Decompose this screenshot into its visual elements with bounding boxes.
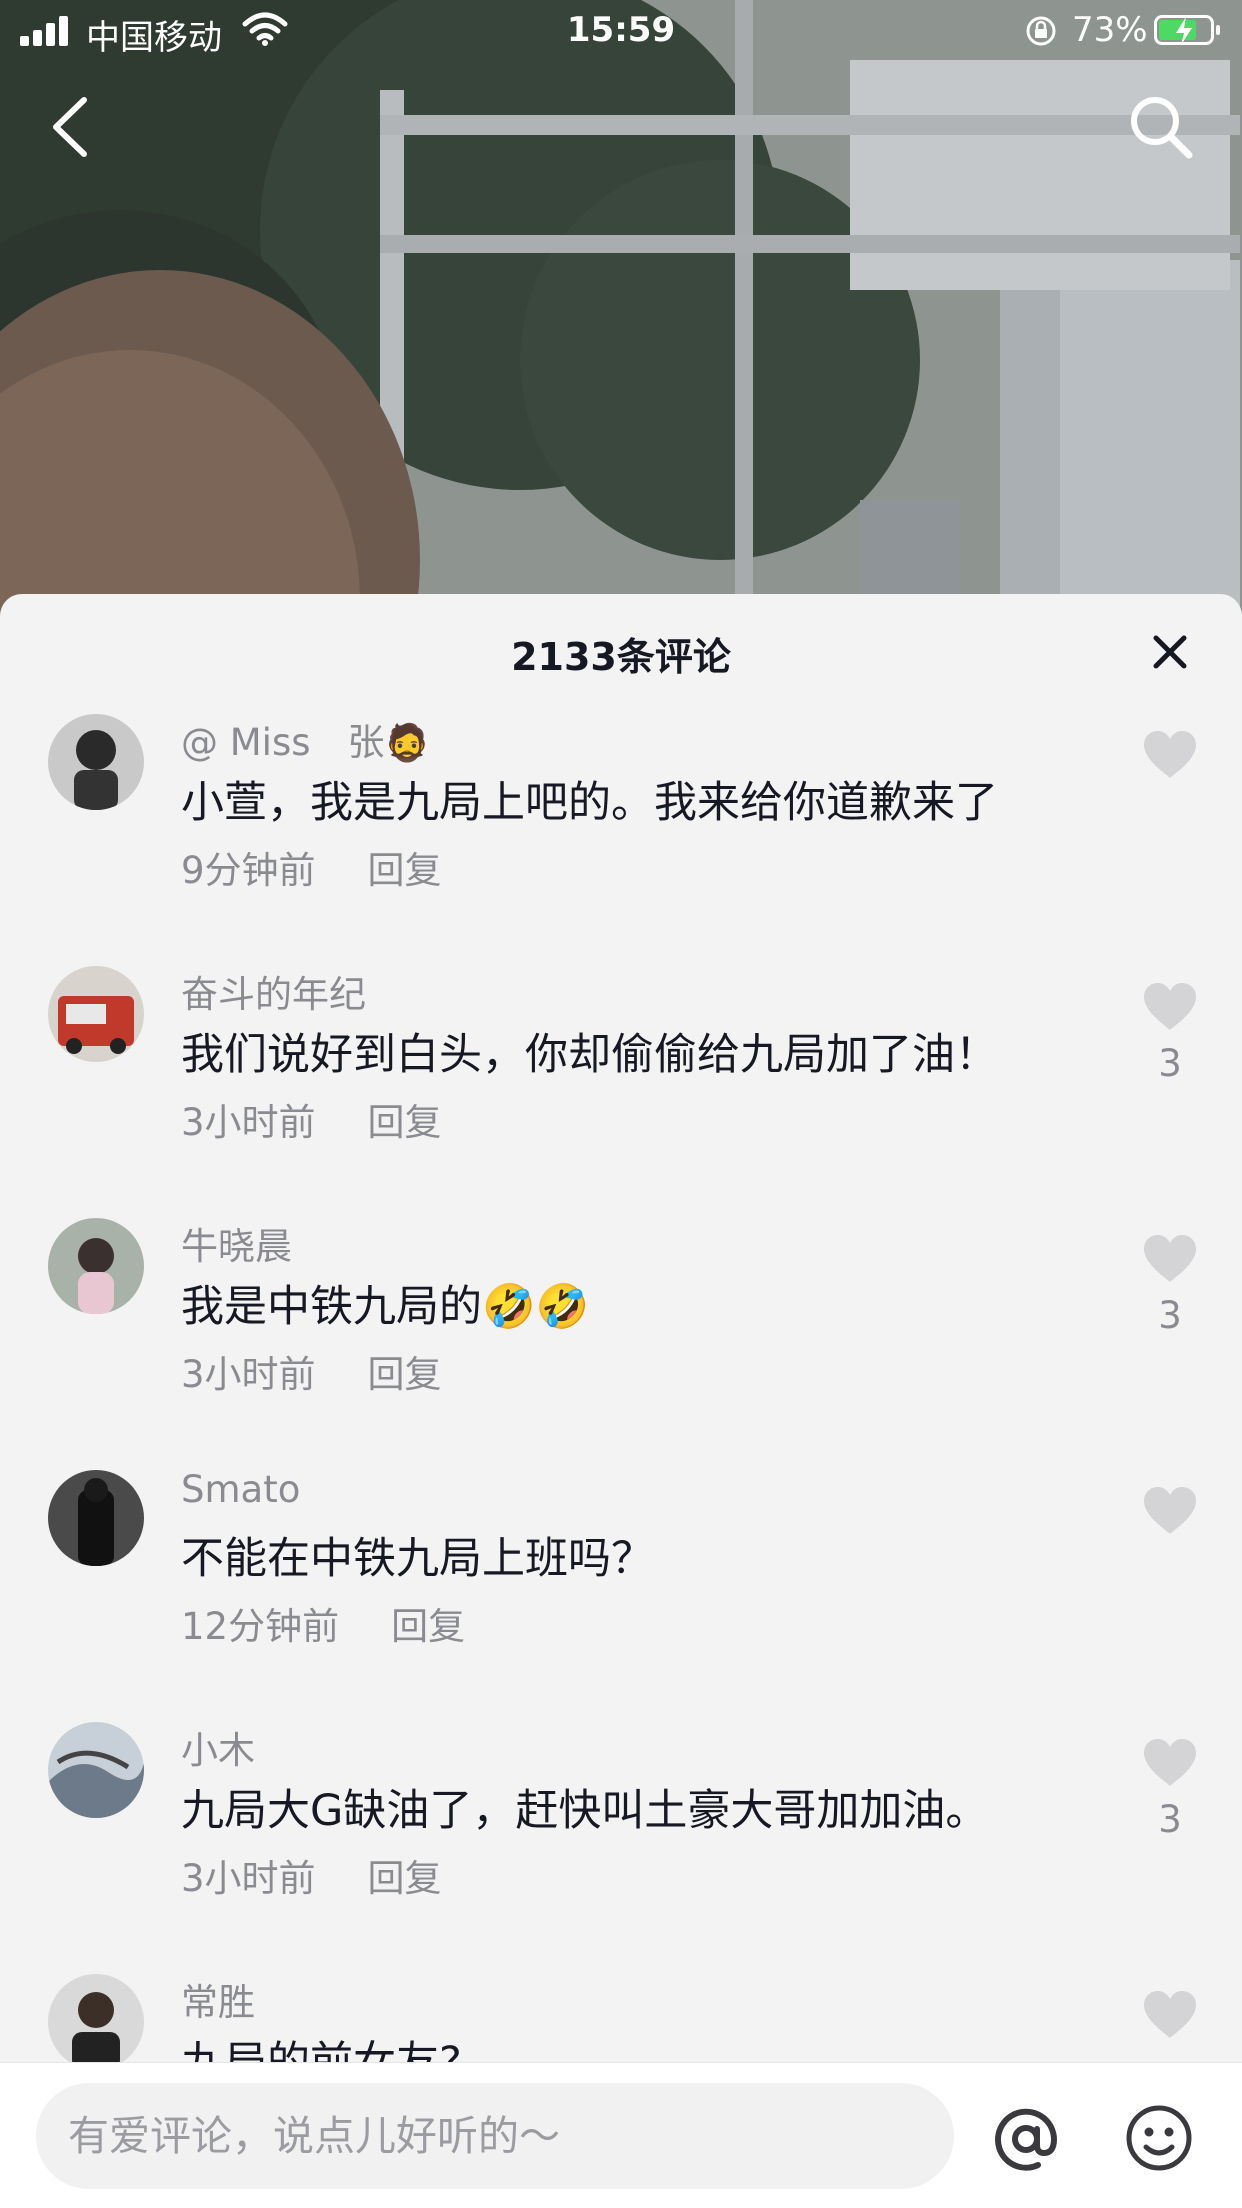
comment-text: 我们说好到白头，你却偷偷给九局加了油！ (181, 1030, 998, 1080)
comment-text: 九局大G缺油了，赶快叫土豪大哥加加油。 (181, 1786, 989, 1836)
mention-button[interactable] (990, 2103, 1062, 2175)
status-bar: 中国移动 15:59 73% (0, 0, 1242, 62)
comment-time: 3小时前 (181, 1101, 316, 1144)
comment-item: Smato 不能在中铁九局上班吗？ 12分钟前 回复 (0, 1450, 1242, 1702)
comment-time: 3小时前 (181, 1857, 316, 1900)
heart-icon (1144, 1487, 1196, 1534)
comment-item: @ Miss 张🧔 小萱，我是九局上吧的。我来给你道歉来了 9分钟前 回复 (0, 694, 1242, 946)
comment-count-title: 2133条评论 (511, 635, 731, 679)
reply-button[interactable]: 回复 (391, 1605, 465, 1648)
back-button[interactable] (44, 92, 104, 162)
heart-icon (1144, 731, 1196, 778)
comment-item: 奋斗的年纪 我们说好到白头，你却偷偷给九局加了油！ 3小时前 回复 3 (0, 946, 1242, 1198)
reply-button[interactable]: 回复 (368, 1857, 442, 1900)
search-button[interactable] (1126, 92, 1196, 162)
like-button[interactable] (1140, 1990, 1200, 2050)
like-button[interactable] (1140, 730, 1200, 790)
avatar[interactable] (48, 1218, 144, 1314)
comment-username[interactable]: 奋斗的年纪 (181, 964, 366, 1018)
comment-time: 9分钟前 (181, 849, 316, 892)
comment-meta: 12分钟前 回复 (181, 1596, 465, 1650)
battery-icon (1154, 15, 1220, 45)
avatar[interactable] (48, 1722, 144, 1818)
comments-sheet: 2133条评论 @ Miss 张🧔 小萱，我是九局上吧的。我来给你道歉来了 9分… (0, 594, 1242, 2208)
avatar[interactable] (48, 714, 144, 810)
comment-username[interactable]: @ Miss 张🧔 (181, 712, 429, 766)
comment-username[interactable]: Smato (181, 1468, 300, 1511)
comment-input[interactable] (36, 2083, 954, 2189)
comment-time: 12分钟前 (181, 1605, 340, 1648)
like-count: 3 (1158, 1294, 1182, 1337)
like-count: 3 (1158, 1798, 1182, 1841)
comment-username[interactable]: 牛晓晨 (181, 1216, 292, 1270)
comment-meta: 3小时前 回复 (181, 1092, 442, 1146)
comment-username[interactable]: 小木 (181, 1720, 255, 1774)
close-icon (1153, 635, 1187, 669)
search-icon (1131, 97, 1193, 159)
reply-button[interactable]: 回复 (368, 1353, 442, 1396)
emoji-button[interactable] (1124, 2103, 1194, 2173)
chevron-left-icon (53, 97, 87, 157)
comment-meta: 3小时前 回复 (181, 1848, 442, 1902)
heart-icon (1144, 1235, 1196, 1282)
heart-icon (1144, 983, 1196, 1030)
comment-item: 小木 九局大G缺油了，赶快叫土豪大哥加加油。 3小时前 回复 3 (0, 1702, 1242, 1954)
heart-icon (1144, 1739, 1196, 1786)
rotation-lock-icon (1024, 14, 1058, 57)
like-button[interactable]: 3 (1140, 982, 1200, 1085)
video-background (0, 0, 1242, 620)
comment-username[interactable]: 常胜 (181, 1972, 255, 2026)
at-icon (995, 2108, 1058, 2171)
comment-text: 小萱，我是九局上吧的。我来给你道歉来了 (181, 778, 998, 828)
reply-button[interactable]: 回复 (368, 849, 442, 892)
comment-meta: 3小时前 回复 (181, 1344, 442, 1398)
close-button[interactable] (1148, 630, 1192, 674)
heart-icon (1144, 1991, 1196, 2038)
like-button[interactable] (1140, 1486, 1200, 1546)
comment-text: 我是中铁九局的🤣🤣 (181, 1282, 590, 1332)
battery-percentage: 73% (1072, 10, 1148, 50)
smiley-icon (1126, 2105, 1192, 2171)
comment-item: 牛晓晨 我是中铁九局的🤣🤣 3小时前 回复 3 (0, 1198, 1242, 1450)
like-count: 3 (1158, 1042, 1182, 1085)
avatar[interactable] (48, 1974, 144, 2070)
avatar[interactable] (48, 1470, 144, 1566)
comment-input-bar (0, 2062, 1242, 2208)
comment-meta: 9分钟前 回复 (181, 840, 442, 894)
reply-button[interactable]: 回复 (368, 1101, 442, 1144)
like-button[interactable]: 3 (1140, 1738, 1200, 1841)
comment-text: 不能在中铁九局上班吗？ (181, 1534, 654, 1584)
avatar[interactable] (48, 966, 144, 1062)
like-button[interactable]: 3 (1140, 1234, 1200, 1337)
comment-time: 3小时前 (181, 1353, 316, 1396)
